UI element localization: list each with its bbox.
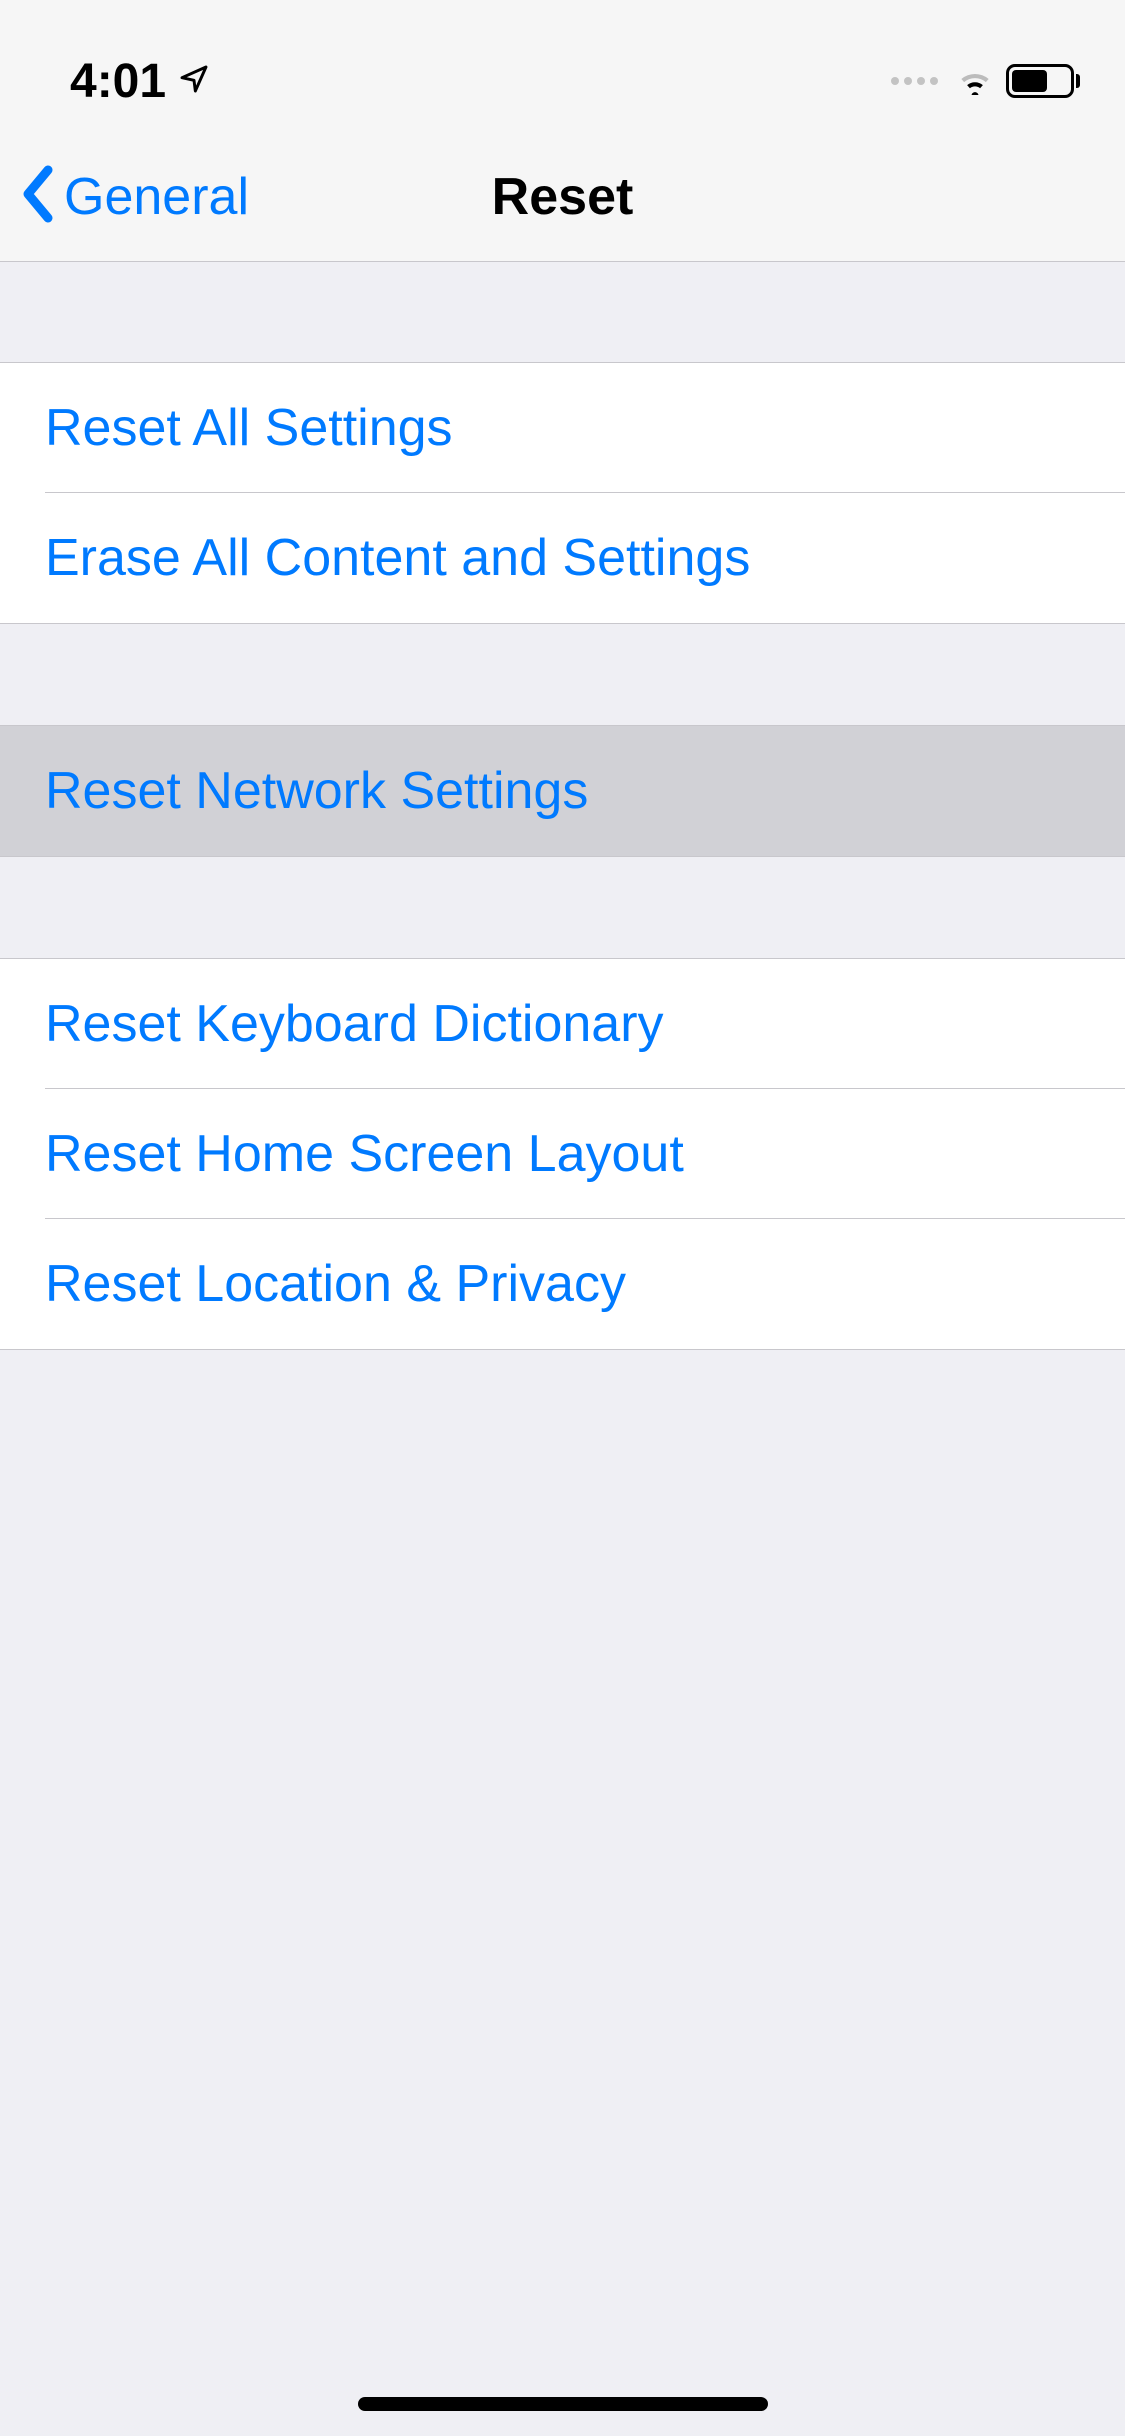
cellular-signal-icon bbox=[891, 77, 938, 85]
page-title: Reset bbox=[492, 167, 634, 227]
back-label: General bbox=[64, 167, 249, 227]
list-item-label: Reset Home Screen Layout bbox=[45, 1124, 684, 1184]
back-button[interactable]: General bbox=[0, 164, 249, 229]
reset-network-settings-button[interactable]: Reset Network Settings bbox=[0, 726, 1125, 856]
list-item-label: Reset All Settings bbox=[45, 398, 453, 458]
section-spacer bbox=[0, 262, 1125, 362]
status-bar: 4:01 bbox=[0, 0, 1125, 132]
reset-all-settings-button[interactable]: Reset All Settings bbox=[0, 363, 1125, 493]
list-item-label: Reset Keyboard Dictionary bbox=[45, 994, 664, 1054]
reset-home-screen-layout-button[interactable]: Reset Home Screen Layout bbox=[0, 1089, 1125, 1219]
reset-group-3: Reset Keyboard Dictionary Reset Home Scr… bbox=[0, 958, 1125, 1350]
reset-keyboard-dictionary-button[interactable]: Reset Keyboard Dictionary bbox=[0, 959, 1125, 1089]
status-time: 4:01 bbox=[70, 54, 166, 109]
location-icon bbox=[176, 63, 210, 100]
list-item-label: Reset Network Settings bbox=[45, 761, 588, 821]
battery-icon bbox=[1006, 64, 1080, 98]
section-spacer bbox=[0, 624, 1125, 725]
reset-group-2: Reset Network Settings bbox=[0, 725, 1125, 857]
content: Reset All Settings Erase All Content and… bbox=[0, 262, 1125, 1350]
section-spacer bbox=[0, 857, 1125, 958]
list-item-label: Reset Location & Privacy bbox=[45, 1254, 626, 1314]
reset-group-1: Reset All Settings Erase All Content and… bbox=[0, 362, 1125, 624]
home-indicator[interactable] bbox=[358, 2397, 768, 2411]
status-left: 4:01 bbox=[70, 54, 210, 109]
erase-all-content-button[interactable]: Erase All Content and Settings bbox=[0, 493, 1125, 623]
navigation-bar: General Reset bbox=[0, 132, 1125, 262]
reset-location-privacy-button[interactable]: Reset Location & Privacy bbox=[0, 1219, 1125, 1349]
status-right bbox=[891, 63, 1080, 100]
wifi-icon bbox=[954, 63, 996, 100]
list-item-label: Erase All Content and Settings bbox=[45, 528, 750, 588]
chevron-left-icon bbox=[20, 164, 56, 229]
